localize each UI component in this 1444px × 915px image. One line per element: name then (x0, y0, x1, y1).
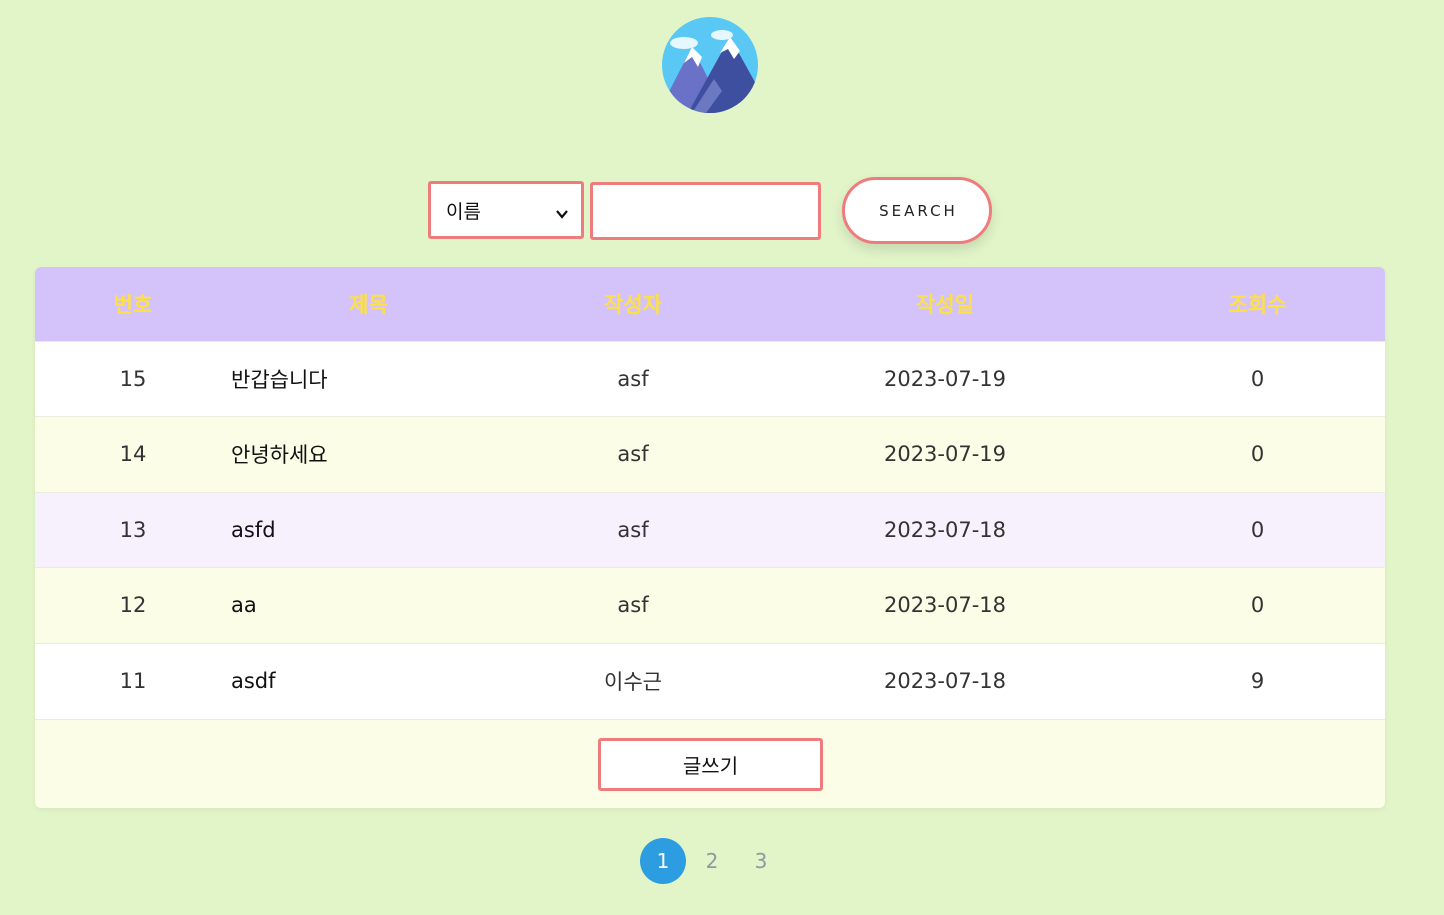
page-link[interactable]: 2 (689, 838, 735, 884)
mountain-logo-icon[interactable] (662, 17, 758, 113)
cell-number: 12 (119, 593, 147, 618)
pagination: 123 (640, 838, 787, 884)
header-views: 조회수 (1228, 292, 1287, 317)
cell-author: asf (617, 366, 649, 391)
search-button[interactable]: SEARCH (842, 177, 992, 244)
cell-title[interactable]: 안녕하세요 (231, 417, 506, 493)
table-row[interactable]: 13 asfd asf 2023-07-18 0 (35, 492, 1385, 568)
cell-author: asf (617, 593, 649, 618)
cell-author: 이수근 (604, 670, 662, 694)
cell-date: 2023-07-18 (883, 593, 1007, 618)
search-bar: 이름 SEARCH (428, 177, 998, 245)
page-link[interactable]: 1 (640, 838, 686, 884)
cell-number: 13 (119, 517, 147, 542)
cell-title[interactable]: 반갑습니다 (231, 341, 506, 417)
cell-date: 2023-07-19 (883, 366, 1007, 391)
cell-date: 2023-07-18 (883, 517, 1007, 542)
cell-author: asf (617, 517, 649, 542)
header-title: 제목 (349, 292, 388, 317)
cell-number: 11 (119, 669, 147, 693)
header-number: 번호 (113, 292, 153, 317)
cell-date: 2023-07-18 (883, 669, 1007, 693)
cell-author: asf (617, 442, 649, 467)
cell-views: 0 (1250, 366, 1265, 391)
page-link[interactable]: 3 (738, 838, 784, 884)
cell-views: 9 (1250, 669, 1265, 693)
post-board: 번호 제목 작성자 작성일 조회수 15 반갑습니다 asf 2023-07-19 0 1… (35, 267, 1385, 808)
table-row[interactable]: 15 반갑습니다 asf 2023-07-19 0 (35, 341, 1385, 417)
cell-number: 14 (119, 442, 147, 467)
post-table: 번호 제목 작성자 작성일 조회수 15 반갑습니다 asf 2023-07-19 0 1… (35, 267, 1385, 719)
write-row: 글쓰기 (35, 719, 1385, 808)
header-date: 작성일 (916, 292, 974, 317)
chevron-down-icon (555, 204, 569, 219)
cell-title[interactable]: asfd (231, 492, 506, 568)
table-row[interactable]: 11 asdf 이수근 2023-07-18 9 (35, 643, 1385, 719)
table-row[interactable]: 12 aa asf 2023-07-18 0 (35, 567, 1385, 644)
cell-number: 15 (119, 366, 147, 391)
cell-views: 0 (1250, 517, 1265, 542)
cell-views: 0 (1250, 593, 1265, 618)
table-header-row: 번호 제목 작성자 작성일 조회수 (35, 267, 1385, 341)
table-row[interactable]: 14 안녕하세요 asf 2023-07-19 0 (35, 416, 1385, 493)
search-input[interactable] (590, 182, 821, 240)
cell-views: 0 (1250, 442, 1265, 467)
search-field-select[interactable]: 이름 (428, 181, 584, 239)
cell-title[interactable]: asdf (231, 643, 506, 719)
cell-title[interactable]: aa (231, 568, 506, 644)
write-button[interactable]: 글쓰기 (598, 738, 823, 791)
header-author: 작성자 (604, 292, 662, 317)
cell-date: 2023-07-19 (883, 442, 1007, 467)
search-field-selected: 이름 (446, 200, 481, 223)
